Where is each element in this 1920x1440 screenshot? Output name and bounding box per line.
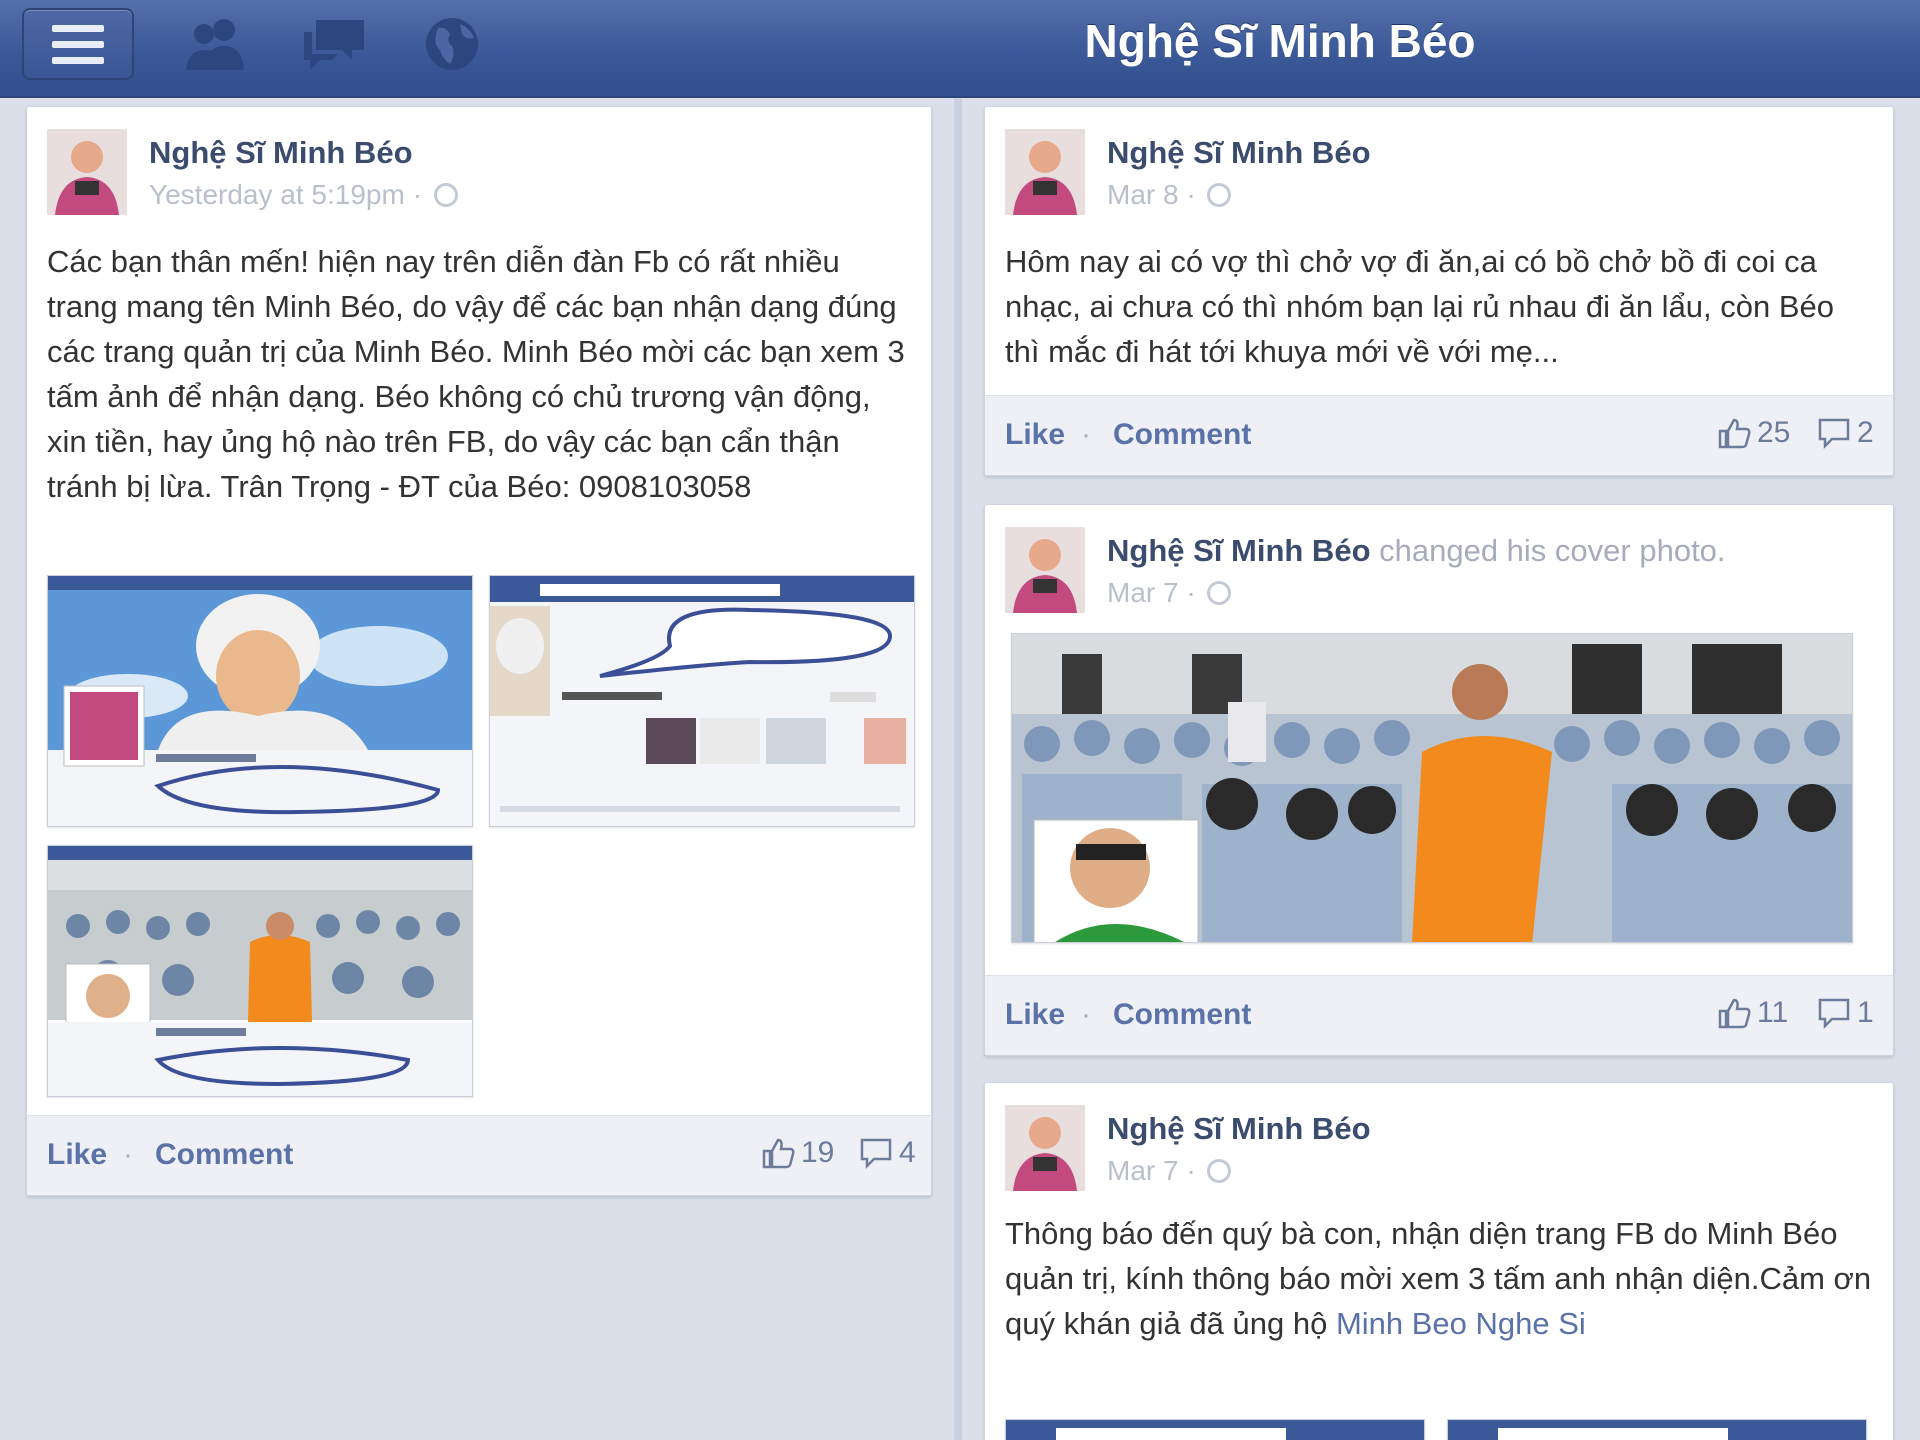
post-footer: Like · Comment 19 4: [27, 1115, 931, 1195]
menu-icon-line: [52, 40, 104, 48]
post-timestamp[interactable]: Yesterday at 5:19pm ·: [149, 179, 458, 211]
footer-separator: ·: [123, 1138, 133, 1171]
post-photo[interactable]: [1447, 1419, 1867, 1440]
post-card: Nghệ Sĩ Minh Béo Mar 8 · Hôm nay ai có v…: [984, 106, 1894, 476]
public-globe-icon: [1207, 1159, 1232, 1183]
like-count[interactable]: 19: [761, 1136, 834, 1170]
comment-count[interactable]: 4: [859, 1136, 916, 1170]
author-avatar[interactable]: [1005, 129, 1085, 215]
footer-separator: ·: [1081, 998, 1091, 1031]
post-footer: Like · Comment 25 2: [985, 395, 1893, 475]
post-card: Nghệ Sĩ Minh Béo Yesterday at 5:19pm · C…: [26, 106, 932, 1196]
page-title: Nghệ Sĩ Minh Béo: [1084, 15, 1476, 67]
post-timestamp[interactable]: Mar 8 ·: [1107, 179, 1232, 211]
menu-icon-line: [52, 56, 104, 64]
post-time: Mar 7 ·: [1107, 577, 1196, 608]
post-author[interactable]: Nghệ Sĩ Minh Béo: [1107, 1111, 1371, 1147]
author-avatar[interactable]: [47, 129, 127, 215]
cover-photo[interactable]: [1011, 633, 1853, 943]
public-globe-icon: [1207, 183, 1232, 207]
like-count[interactable]: 25: [1717, 416, 1790, 450]
post-header: Nghệ Sĩ Minh Béo changed his cover photo…: [1005, 527, 1873, 617]
comment-bubble-icon: [860, 1138, 892, 1169]
thumbs-up-icon: [762, 1138, 795, 1169]
page-mention-link[interactable]: Minh Beo Nghe Si: [1336, 1306, 1586, 1341]
like-button[interactable]: Like: [1005, 418, 1065, 452]
menu-button[interactable]: [22, 8, 134, 80]
post-text: Các bạn thân mến! hiện nay trên diễn đàn…: [47, 244, 905, 504]
like-button[interactable]: Like: [47, 1138, 107, 1172]
post-photo[interactable]: [1005, 1419, 1425, 1440]
thumbs-up-icon: [1718, 418, 1751, 449]
post-author-line: Nghệ Sĩ Minh Béo changed his cover photo…: [1107, 533, 1726, 569]
post-header: Nghệ Sĩ Minh Béo Yesterday at 5:19pm ·: [47, 129, 911, 219]
post-time: Mar 7 ·: [1107, 1155, 1196, 1186]
menu-icon-line: [52, 24, 104, 32]
post-photo[interactable]: [47, 845, 473, 1097]
post-timestamp[interactable]: Mar 7 ·: [1107, 1155, 1232, 1187]
post-author[interactable]: Nghệ Sĩ Minh Béo: [1107, 533, 1371, 568]
author-avatar[interactable]: [1005, 527, 1085, 613]
author-avatar[interactable]: [1005, 1105, 1085, 1191]
post-text: Thông báo đến quý bà con, nhận diện tran…: [1005, 1211, 1873, 1346]
like-count-value: 11: [1757, 996, 1789, 1029]
footer-separator: ·: [1081, 418, 1091, 451]
like-count-value: 25: [1757, 416, 1791, 449]
comment-count[interactable]: 1: [1817, 996, 1874, 1030]
thumbs-up-icon: [1718, 998, 1751, 1029]
post-card: Nghệ Sĩ Minh Béo Mar 7 · Thông báo đến q…: [984, 1082, 1894, 1440]
comment-count-value: 2: [1857, 416, 1874, 449]
comment-count-value: 1: [1857, 996, 1874, 1029]
post-action-text: changed his cover photo.: [1379, 533, 1726, 568]
column-divider: [954, 98, 962, 1440]
like-button[interactable]: Like: [1005, 998, 1065, 1032]
public-globe-icon: [1207, 581, 1232, 605]
post-card: Nghệ Sĩ Minh Béo changed his cover photo…: [984, 504, 1894, 1056]
post-photo[interactable]: [47, 575, 473, 827]
post-author[interactable]: Nghệ Sĩ Minh Béo: [1107, 135, 1371, 171]
comment-count-value: 4: [899, 1136, 916, 1169]
comment-button[interactable]: Comment: [1113, 418, 1251, 452]
comment-button[interactable]: Comment: [155, 1138, 293, 1172]
notifications-globe-icon[interactable]: [416, 14, 490, 74]
post-author[interactable]: Nghệ Sĩ Minh Béo: [149, 135, 413, 171]
post-footer: Like · Comment 11 1: [985, 975, 1893, 1055]
comment-button[interactable]: Comment: [1113, 998, 1251, 1032]
post-timestamp[interactable]: Mar 7 ·: [1107, 577, 1232, 609]
comment-bubble-icon: [1818, 418, 1850, 449]
public-globe-icon: [433, 183, 458, 207]
friends-icon[interactable]: [180, 14, 254, 74]
post-text: Hôm nay ai có vợ thì chở vợ đi ăn,ai có …: [1005, 244, 1835, 369]
post-header: Nghệ Sĩ Minh Béo Mar 8 ·: [1005, 129, 1873, 219]
comment-bubble-icon: [1818, 998, 1850, 1029]
like-count-value: 19: [801, 1136, 835, 1169]
post-time: Mar 8 ·: [1107, 179, 1196, 210]
like-count[interactable]: 11: [1717, 996, 1788, 1030]
post-time: Yesterday at 5:19pm ·: [149, 179, 422, 210]
comment-count[interactable]: 2: [1817, 416, 1874, 450]
top-navigation-bar: Nghệ Sĩ Minh Béo: [0, 0, 1920, 98]
messages-icon[interactable]: [298, 14, 372, 74]
post-photo[interactable]: [489, 575, 915, 827]
post-header: Nghệ Sĩ Minh Béo Mar 7 ·: [1005, 1105, 1873, 1195]
